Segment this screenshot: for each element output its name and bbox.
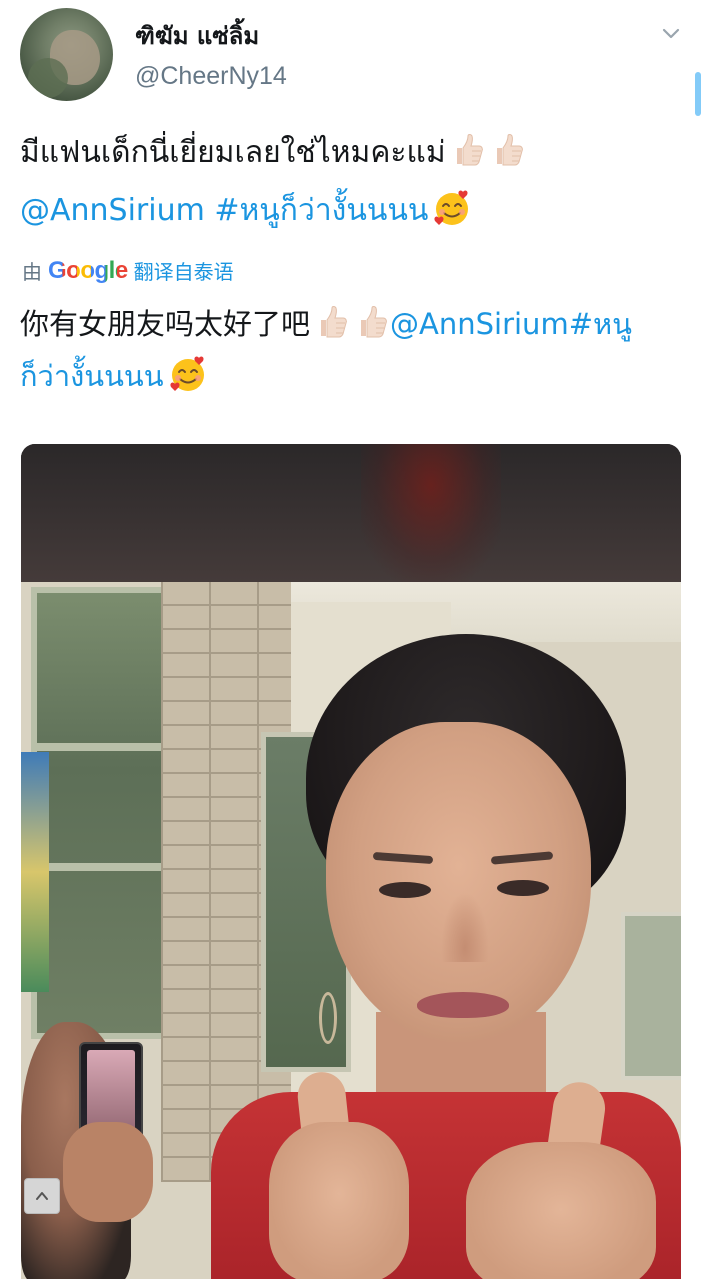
user-handle[interactable]: @CheerNy14 bbox=[135, 62, 287, 91]
eye bbox=[379, 882, 431, 898]
video-frame bbox=[21, 582, 681, 1279]
mention-link[interactable]: @AnnSirium bbox=[390, 307, 569, 341]
scroll-indicator bbox=[695, 72, 701, 116]
hashtag-link[interactable]: #หนูก็ว่างั้นนนน bbox=[214, 193, 428, 228]
thumbs-up-icon bbox=[321, 306, 347, 338]
window bbox=[621, 912, 681, 1080]
display-name[interactable]: ฑิฆัม แซ่ลิ้ม bbox=[135, 16, 259, 55]
translation-attribution: 由 Google 翻译自泰语 bbox=[22, 256, 234, 285]
hashtag-link[interactable]: #หนู bbox=[569, 307, 632, 341]
google-logo: Google bbox=[48, 256, 128, 284]
nose bbox=[441, 892, 489, 962]
thumbs-up-icon bbox=[361, 306, 387, 338]
wall-poster bbox=[21, 752, 49, 992]
lips bbox=[417, 992, 509, 1018]
hand bbox=[466, 1142, 656, 1279]
earring bbox=[319, 992, 337, 1044]
thumbs-up-icon bbox=[456, 134, 483, 166]
collapse-button[interactable] bbox=[24, 1178, 60, 1214]
translated-text: 你有女朋友吗太好了吧 @AnnSirium#หนู ก็ว่างั้นนนน bbox=[20, 298, 685, 402]
thumbs-up-icon bbox=[496, 134, 523, 166]
translated-from-link[interactable]: 翻译自泰语 bbox=[134, 256, 234, 285]
bystander-hand bbox=[63, 1122, 153, 1222]
smiling-face-with-hearts-icon bbox=[434, 190, 469, 225]
hand bbox=[269, 1122, 409, 1279]
translation-prefix: 由 bbox=[22, 260, 42, 284]
tweet-detail-page: ฑิฆัม แซ่ลิ้ม @CheerNy14 มีแฟนเด็กนี่เยี… bbox=[0, 0, 701, 1279]
mention-link[interactable]: @AnnSirium bbox=[20, 193, 205, 228]
tweet-media-video[interactable] bbox=[21, 444, 681, 1279]
window-mullion bbox=[37, 743, 162, 751]
window bbox=[31, 587, 168, 1039]
video-blur-glow bbox=[361, 444, 501, 582]
tweet-text-line: มีแฟนเด็กนี่เยี่ยมเลยใช่ไหมคะแม่ bbox=[20, 135, 446, 170]
chevron-down-icon[interactable] bbox=[660, 22, 682, 44]
chevron-up-icon bbox=[36, 1192, 48, 1200]
video-letterbox bbox=[21, 444, 681, 582]
translated-text-part: 你有女朋友吗太好了吧 bbox=[20, 307, 311, 341]
avatar-shape bbox=[28, 58, 68, 98]
eye bbox=[497, 880, 549, 896]
window-mullion bbox=[37, 863, 162, 871]
smiling-face-with-hearts-icon bbox=[170, 356, 204, 391]
hashtag-link[interactable]: ก็ว่างั้นนนน bbox=[20, 359, 164, 393]
tweet-text: มีแฟนเด็กนี่เยี่ยมเลยใช่ไหมคะแม่ @AnnSir… bbox=[20, 124, 685, 240]
avatar[interactable] bbox=[20, 8, 113, 101]
